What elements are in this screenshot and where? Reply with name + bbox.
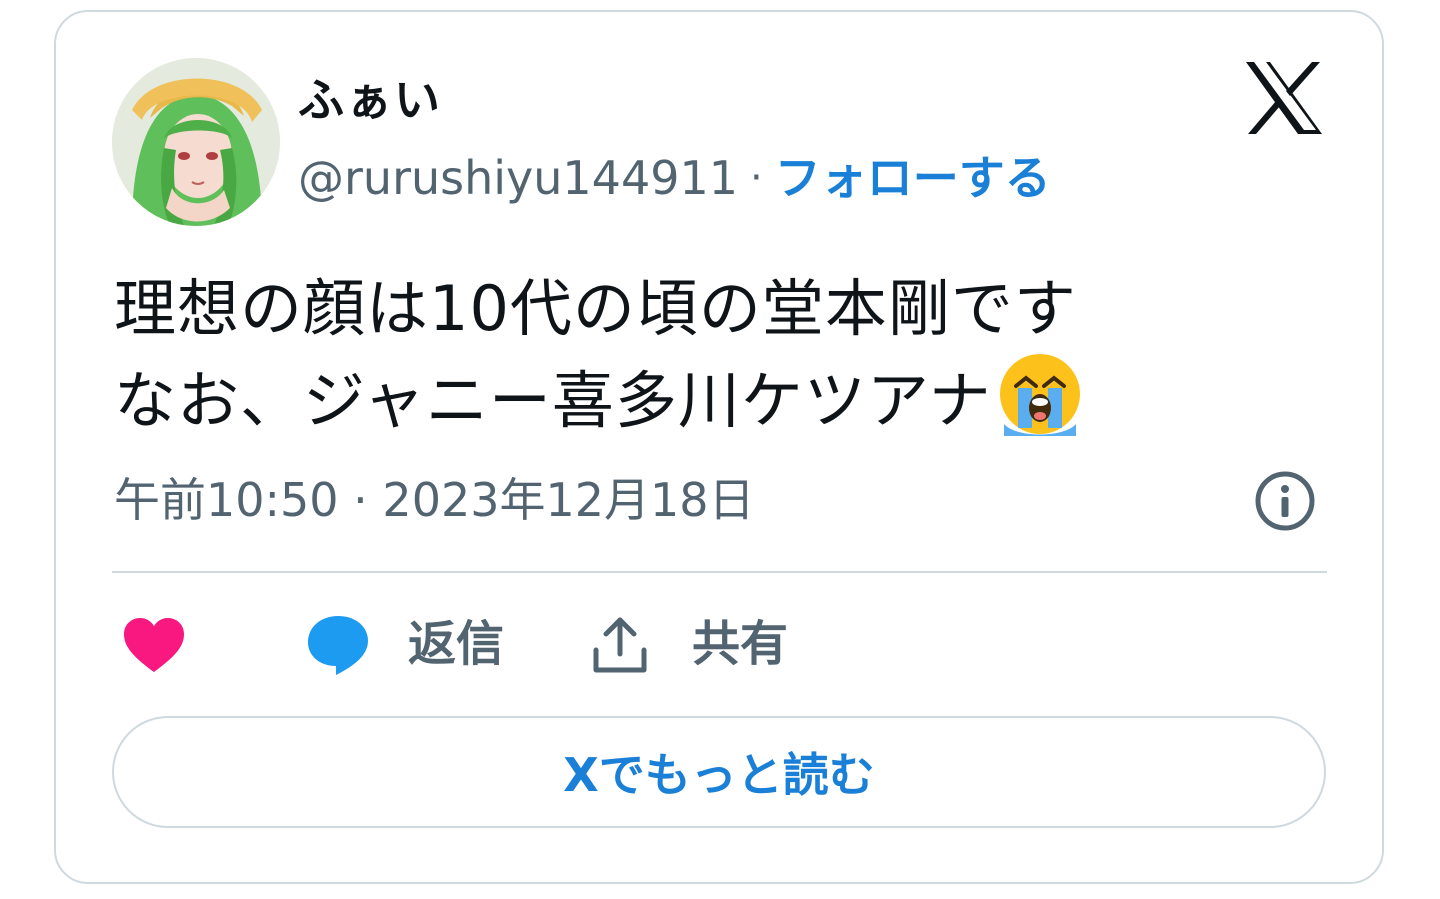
follow-button[interactable]: フォローする bbox=[775, 150, 1051, 206]
tweet-text-line-2-text: なお、ジャニー喜多川ケツアナ bbox=[114, 364, 992, 437]
display-name[interactable]: ふぁい bbox=[298, 72, 442, 128]
read-more-button[interactable]: Xでもっと読む bbox=[112, 716, 1326, 828]
loudly-crying-face-icon bbox=[999, 354, 1080, 436]
separator-dot: · bbox=[750, 155, 763, 201]
tweet-text-line-1: 理想の顔は10代の頃の堂本剛です bbox=[114, 272, 1077, 345]
heart-icon[interactable] bbox=[122, 616, 186, 674]
info-icon[interactable] bbox=[1254, 470, 1316, 532]
user-handle[interactable]: @rurushiyu144911 bbox=[298, 150, 738, 206]
share-icon[interactable] bbox=[592, 614, 648, 674]
handle-row: @rurushiyu144911 · フォローする bbox=[298, 150, 1051, 206]
divider bbox=[112, 571, 1327, 573]
tweet-text: 理想の顔は10代の頃の堂本剛です なお、ジャニー喜多川ケツアナ bbox=[114, 266, 1254, 444]
avatar[interactable] bbox=[112, 58, 280, 226]
x-logo-icon[interactable] bbox=[1244, 60, 1324, 136]
action-bar: 返信 共有 bbox=[112, 604, 1012, 684]
share-button[interactable]: 共有 bbox=[692, 614, 788, 674]
reply-button[interactable]: 返信 bbox=[408, 614, 504, 674]
tweet-timestamp[interactable]: 午前10:50 · 2023年12月18日 bbox=[114, 470, 755, 530]
avatar-image bbox=[112, 58, 280, 226]
tweet-text-line-2: なお、ジャニー喜多川ケツアナ bbox=[114, 352, 1254, 444]
reply-bubble-icon[interactable] bbox=[306, 612, 370, 676]
